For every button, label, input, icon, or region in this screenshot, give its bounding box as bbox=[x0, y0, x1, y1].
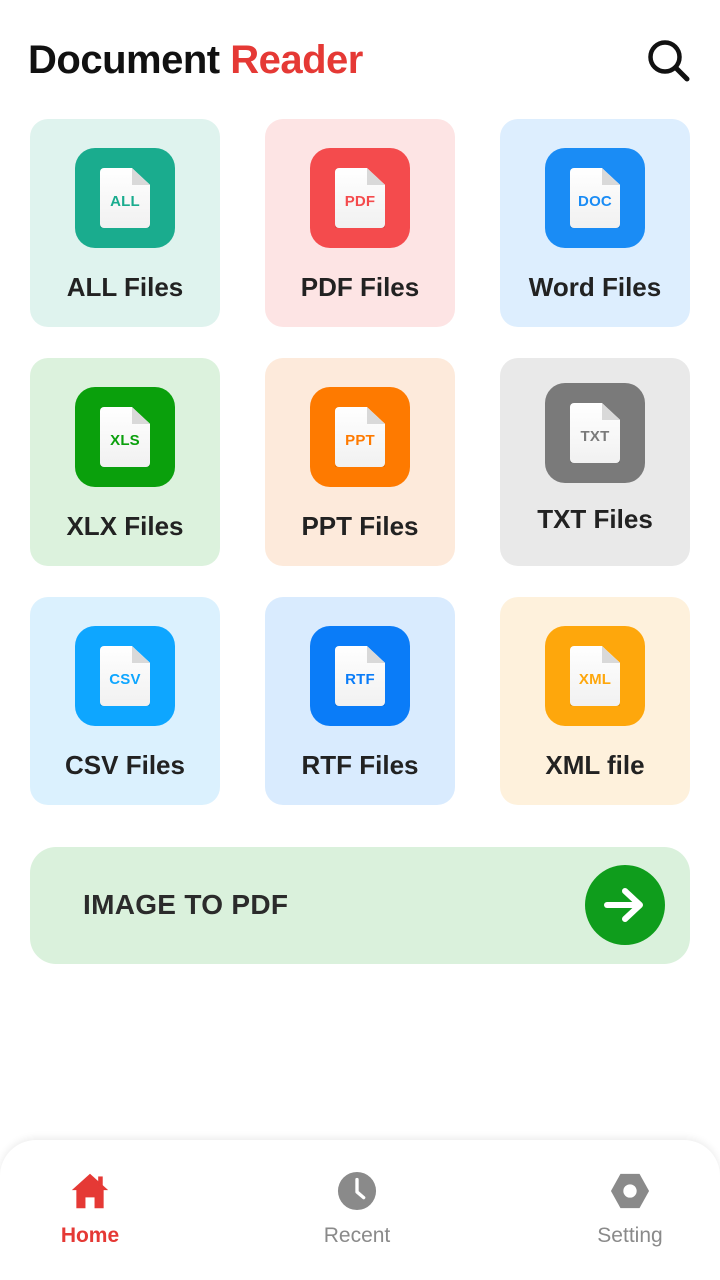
tile-xml-file[interactable]: XML XML file bbox=[500, 597, 690, 805]
badge-text: RTF bbox=[345, 670, 375, 688]
doc-fold bbox=[132, 168, 150, 185]
nav-setting[interactable]: Setting bbox=[560, 1164, 700, 1264]
document-icon: ALL bbox=[100, 168, 150, 228]
clock-icon bbox=[337, 1168, 377, 1214]
badge-text: CSV bbox=[109, 670, 141, 688]
tile-label: XLX Files bbox=[66, 511, 184, 541]
document-icon: TXT bbox=[570, 403, 620, 463]
clock-glyph bbox=[337, 1171, 377, 1211]
doc-fold bbox=[602, 646, 620, 663]
badge-text: DOC bbox=[578, 192, 612, 210]
hexagon-settings-icon bbox=[610, 1168, 650, 1214]
doc-fold bbox=[132, 646, 150, 663]
nav-home[interactable]: Home bbox=[20, 1164, 160, 1264]
document-icon: PDF bbox=[335, 168, 385, 228]
search-button[interactable] bbox=[642, 34, 696, 88]
xls-file-icon: XLS bbox=[75, 387, 175, 487]
tile-label: PPT Files bbox=[301, 511, 419, 541]
tile-xlx-files[interactable]: XLS XLX Files bbox=[30, 358, 220, 566]
tile-label: Word Files bbox=[528, 272, 662, 302]
ppt-file-icon: PPT bbox=[310, 387, 410, 487]
title-primary: Document bbox=[28, 38, 220, 82]
home-glyph bbox=[71, 1173, 109, 1209]
tile-label: RTF Files bbox=[301, 750, 419, 780]
doc-file-icon: DOC bbox=[545, 148, 645, 248]
badge-text: ALL bbox=[110, 192, 140, 210]
home-icon bbox=[70, 1168, 110, 1214]
tile-label: ALL Files bbox=[66, 272, 184, 302]
badge-text: PPT bbox=[345, 431, 375, 449]
document-icon: XLS bbox=[100, 407, 150, 467]
badge-text: PDF bbox=[344, 192, 376, 210]
tile-rtf-files[interactable]: RTF RTF Files bbox=[265, 597, 455, 805]
doc-fold bbox=[367, 407, 385, 424]
doc-fold bbox=[367, 646, 385, 663]
tile-word-files[interactable]: DOC Word Files bbox=[500, 119, 690, 327]
badge-text: XLS bbox=[110, 431, 140, 449]
bottom-navigation: Home Recent Setting bbox=[0, 1140, 720, 1280]
doc-fold bbox=[132, 407, 150, 424]
search-icon bbox=[648, 40, 690, 82]
tile-label: TXT Files bbox=[537, 504, 653, 534]
doc-fold bbox=[602, 403, 620, 420]
all-files-icon: ALL bbox=[75, 148, 175, 248]
xml-file-icon: XML bbox=[545, 626, 645, 726]
hexagon-glyph bbox=[610, 1173, 650, 1209]
page-title: Document Reader bbox=[28, 38, 363, 83]
doc-fold bbox=[367, 168, 385, 185]
nav-setting-label: Setting bbox=[597, 1224, 663, 1247]
arrow-right-icon[interactable] bbox=[585, 865, 665, 945]
tile-csv-files[interactable]: CSV CSV Files bbox=[30, 597, 220, 805]
arrow-right-glyph bbox=[604, 888, 643, 922]
tile-label: XML file bbox=[545, 750, 645, 780]
nav-recent[interactable]: Recent bbox=[287, 1164, 427, 1264]
document-icon: RTF bbox=[335, 646, 385, 706]
nav-recent-label: Recent bbox=[323, 1224, 391, 1247]
title-accent: Reader bbox=[230, 38, 363, 82]
tile-pdf-files[interactable]: PDF PDF Files bbox=[265, 119, 455, 327]
app-screen: Document Reader ALL ALL Files PDF PDF Fi… bbox=[0, 0, 720, 1280]
document-icon: PPT bbox=[335, 407, 385, 467]
tile-ppt-files[interactable]: PPT PPT Files bbox=[265, 358, 455, 566]
rtf-file-icon: RTF bbox=[310, 626, 410, 726]
file-category-grid: ALL ALL Files PDF PDF Files DOC Word Fil… bbox=[30, 119, 690, 805]
txt-file-icon: TXT bbox=[545, 383, 645, 483]
tile-txt-files[interactable]: TXT TXT Files bbox=[500, 358, 690, 566]
document-icon: XML bbox=[570, 646, 620, 706]
doc-fold bbox=[602, 168, 620, 185]
tile-label: CSV Files bbox=[65, 750, 185, 780]
image-to-pdf-button[interactable]: IMAGE TO PDF bbox=[30, 847, 690, 964]
nav-home-label: Home bbox=[60, 1224, 120, 1247]
badge-text: XML bbox=[578, 670, 612, 688]
header: Document Reader bbox=[0, 0, 720, 120]
tile-all-files[interactable]: ALL ALL Files bbox=[30, 119, 220, 327]
pdf-file-icon: PDF bbox=[310, 148, 410, 248]
csv-file-icon: CSV bbox=[75, 626, 175, 726]
document-icon: DOC bbox=[570, 168, 620, 228]
image-to-pdf-label: IMAGE TO PDF bbox=[83, 889, 289, 920]
tile-label: PDF Files bbox=[300, 272, 420, 302]
badge-text: TXT bbox=[580, 427, 610, 445]
document-icon: CSV bbox=[100, 646, 150, 706]
